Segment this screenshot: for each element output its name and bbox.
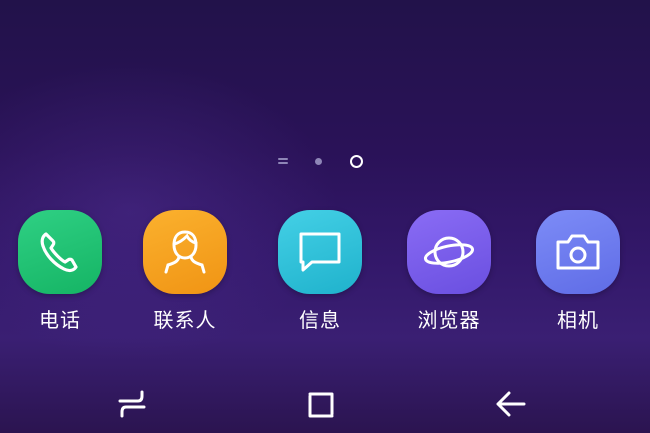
app-dock: 电话 联系人 信息 浏览器 相机 [0, 210, 650, 340]
app-label-contacts: 联系人 [153, 308, 217, 332]
messages-icon[interactable] [278, 210, 362, 294]
recent-apps-button[interactable] [110, 385, 154, 423]
home-icon [308, 392, 334, 418]
navigation-bar [0, 373, 650, 433]
planet-glyph [423, 236, 475, 268]
app-messages[interactable]: 信息 [265, 210, 375, 340]
camera-icon[interactable] [536, 210, 620, 294]
app-label-browser: 浏览器 [417, 308, 481, 332]
app-phone[interactable]: 电话 [5, 210, 115, 340]
page-indicator[interactable] [0, 152, 650, 170]
home-button[interactable] [299, 385, 343, 423]
phone-handset-glyph [40, 232, 78, 273]
home-screen: 电话 联系人 信息 浏览器 相机 [0, 0, 650, 433]
browser-icon[interactable] [407, 210, 491, 294]
app-browser[interactable]: 浏览器 [394, 210, 504, 340]
app-camera[interactable]: 相机 [523, 210, 633, 340]
phone-icon[interactable] [18, 210, 102, 294]
app-label-camera: 相机 [557, 308, 599, 332]
recent-apps-icon [118, 390, 146, 418]
camera-glyph [556, 234, 600, 270]
page-indicator-home-icon[interactable] [278, 157, 288, 165]
chat-bubble-glyph [299, 232, 341, 272]
contact-person-glyph [164, 230, 206, 274]
back-button[interactable] [488, 385, 532, 423]
page-indicator-active-page[interactable] [350, 155, 363, 168]
app-label-messages: 信息 [299, 308, 341, 332]
page-indicator-dot[interactable] [315, 158, 322, 165]
contacts-icon[interactable] [143, 210, 227, 294]
back-icon [496, 391, 526, 417]
app-contacts[interactable]: 联系人 [130, 210, 240, 340]
app-label-phone: 电话 [39, 308, 81, 332]
